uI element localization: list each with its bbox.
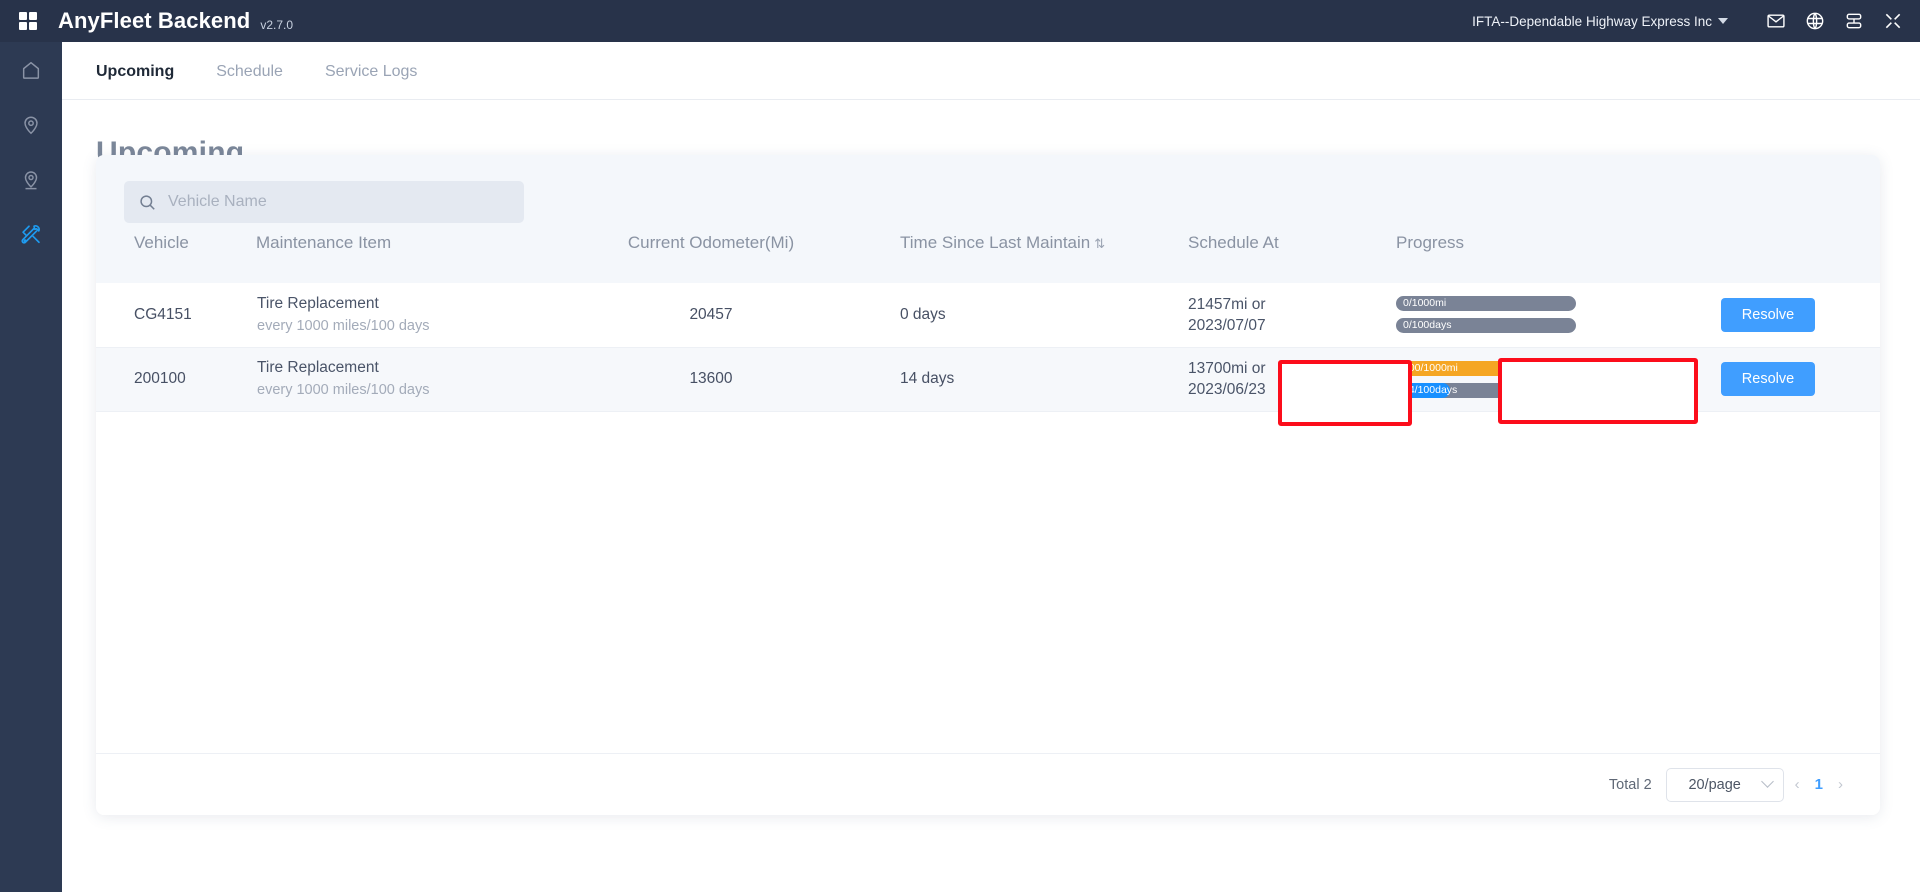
- sidebar-item-home[interactable]: [0, 42, 62, 97]
- progress-bar-days: 0/100days: [1396, 318, 1576, 333]
- progress-bar-miles: 0/1000mi: [1396, 296, 1576, 311]
- cell-time-since-last-maintain: 14 days: [866, 347, 1166, 411]
- cell-schedule-at: 21457mi or 2023/07/07: [1166, 283, 1386, 347]
- prev-page-button[interactable]: ‹: [1795, 776, 1800, 793]
- maintenance-item-interval: every 1000 miles/100 days: [257, 380, 555, 400]
- search-box[interactable]: [124, 181, 524, 223]
- cell-actions: Resolve: [1656, 283, 1880, 347]
- organization-name[interactable]: IFTA--Dependable Highway Express Inc: [1472, 14, 1712, 29]
- maintenance-item-title: Tire Replacement: [257, 294, 555, 314]
- progress-bar-days-label: 0/100days: [1403, 318, 1451, 333]
- schedule-at-miles: 13700mi or: [1188, 358, 1385, 379]
- column-header-progress[interactable]: Progress: [1386, 233, 1656, 275]
- page-number-1[interactable]: 1: [1815, 776, 1823, 793]
- server-stack-icon[interactable]: [1843, 10, 1865, 32]
- mail-icon[interactable]: [1765, 10, 1787, 32]
- progress-bar-days-label: 14/100days: [1403, 383, 1457, 398]
- table-row[interactable]: 200100 Tire Replacement every 1000 miles…: [96, 347, 1880, 411]
- schedule-at-date: 2023/06/23: [1188, 379, 1385, 400]
- progress-bar-miles: 900/1000mi: [1396, 361, 1576, 376]
- column-header-time-label: Time Since Last Maintain: [900, 233, 1090, 252]
- sort-toggle-icon[interactable]: ⇅: [1094, 236, 1105, 251]
- apps-grid-icon[interactable]: [19, 12, 37, 30]
- total-count-label: Total 2: [1609, 777, 1652, 793]
- app-title: AnyFleet Backend: [58, 8, 250, 34]
- top-bar: AnyFleet Backend v2.7.0 IFTA--Dependable…: [0, 0, 1920, 42]
- maintenance-table-header: Vehicle Maintenance Item Current Odomete…: [96, 233, 1880, 275]
- sidebar-item-location-history[interactable]: [0, 152, 62, 207]
- page-size-value: 20/page: [1667, 777, 1763, 793]
- cell-actions: Resolve: [1656, 347, 1880, 411]
- cell-vehicle: 200100: [96, 347, 256, 411]
- card-header: Vehicle Maintenance Item Current Odomete…: [96, 155, 1880, 283]
- next-page-button[interactable]: ›: [1838, 776, 1843, 793]
- cell-current-odometer: 13600: [556, 347, 866, 411]
- maintenance-item-interval: every 1000 miles/100 days: [257, 316, 555, 336]
- resolve-button[interactable]: Resolve: [1721, 362, 1815, 396]
- cell-time-since-last-maintain: 0 days: [866, 283, 1166, 347]
- pagination-bar: Total 2 20/page ‹ 1 ›: [96, 753, 1880, 815]
- fullscreen-icon[interactable]: [1882, 10, 1904, 32]
- tab-service-logs[interactable]: Service Logs: [325, 63, 418, 99]
- column-header-vehicle[interactable]: Vehicle: [96, 233, 256, 275]
- tab-bar: Upcoming Schedule Service Logs: [62, 42, 1920, 100]
- cell-schedule-at: 13700mi or 2023/06/23: [1166, 347, 1386, 411]
- table-row[interactable]: CG4151 Tire Replacement every 1000 miles…: [96, 283, 1880, 347]
- cell-current-odometer: 20457: [556, 283, 866, 347]
- maintenance-item-title: Tire Replacement: [257, 358, 555, 378]
- sidebar-item-location[interactable]: [0, 97, 62, 152]
- schedule-at-date: 2023/07/07: [1188, 315, 1385, 336]
- main-content: Upcoming Schedule Service Logs Upcoming …: [62, 42, 1920, 892]
- cell-progress: 0/1000mi 0/100days: [1386, 283, 1656, 347]
- progress-bar-group: 900/1000mi 14/100days: [1396, 361, 1576, 398]
- resolve-button[interactable]: Resolve: [1721, 298, 1815, 332]
- column-header-current-odometer[interactable]: Current Odometer(Mi): [556, 233, 866, 275]
- progress-bar-group: 0/1000mi 0/100days: [1396, 296, 1576, 333]
- column-header-time-since-last-maintain[interactable]: Time Since Last Maintain ⇅: [866, 233, 1166, 275]
- column-header-schedule-at[interactable]: Schedule At: [1166, 233, 1386, 275]
- app-version: v2.7.0: [260, 18, 293, 32]
- progress-bar-miles-label: 900/1000mi: [1403, 361, 1458, 376]
- upcoming-maintenance-card: Vehicle Maintenance Item Current Odomete…: [96, 155, 1880, 815]
- search-icon: [138, 193, 157, 212]
- tab-upcoming[interactable]: Upcoming: [96, 63, 174, 99]
- cell-vehicle: CG4151: [96, 283, 256, 347]
- column-header-maintenance-item[interactable]: Maintenance Item: [256, 233, 556, 275]
- cell-maintenance-item: Tire Replacement every 1000 miles/100 da…: [256, 283, 556, 347]
- globe-icon[interactable]: [1804, 10, 1826, 32]
- sidebar-item-maintenance[interactable]: [0, 207, 62, 262]
- cell-progress: 900/1000mi 14/100days: [1386, 347, 1656, 411]
- sidebar: [0, 42, 62, 892]
- maintenance-table: CG4151 Tire Replacement every 1000 miles…: [96, 283, 1880, 412]
- column-header-actions: [1656, 233, 1880, 275]
- table-header-row: Vehicle Maintenance Item Current Odomete…: [96, 233, 1880, 275]
- tab-schedule[interactable]: Schedule: [216, 63, 283, 99]
- search-input[interactable]: [166, 192, 496, 212]
- cell-maintenance-item: Tire Replacement every 1000 miles/100 da…: [256, 347, 556, 411]
- page-size-select[interactable]: 20/page: [1666, 768, 1784, 802]
- schedule-at-miles: 21457mi or: [1188, 294, 1385, 315]
- topbar-right-group: IFTA--Dependable Highway Express Inc: [1472, 10, 1904, 32]
- progress-bar-miles-label: 0/1000mi: [1403, 296, 1446, 311]
- chevron-down-icon[interactable]: [1718, 18, 1728, 24]
- chevron-down-icon: [1761, 775, 1774, 788]
- progress-bar-days: 14/100days: [1396, 383, 1576, 398]
